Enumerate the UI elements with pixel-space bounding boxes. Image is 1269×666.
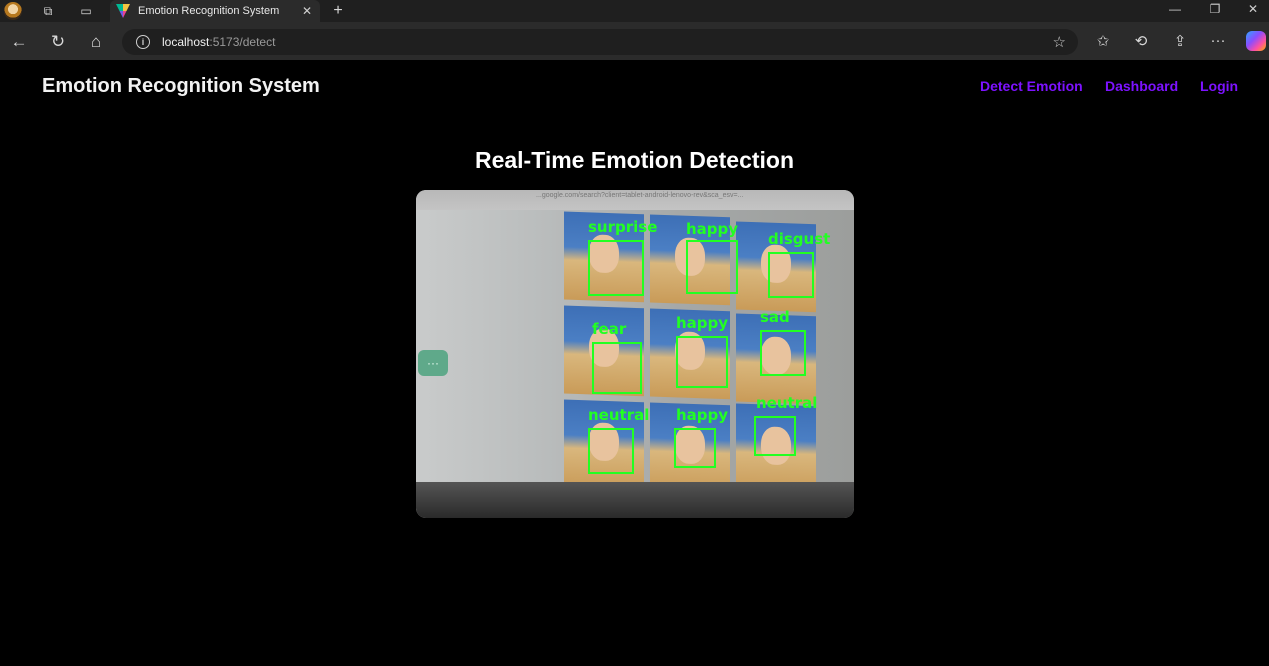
face-bounding-box (768, 252, 814, 298)
refresh-icon[interactable]: ↻ (47, 31, 69, 53)
window-close-icon[interactable]: ✕ (1238, 2, 1268, 16)
face-bounding-box (686, 240, 738, 294)
url-path: :5173/detect (209, 35, 276, 49)
emotion-label: neutral (756, 394, 818, 412)
emotion-label: disgust (768, 230, 831, 248)
tab-actions-icon[interactable]: ▭ (76, 2, 96, 20)
emotion-label: happy (686, 220, 739, 238)
browser-tab-bar: ⧉ ▭ Emotion Recognition System ✕ + — ❐ ✕ (0, 0, 1269, 22)
face-bounding-box (760, 330, 806, 376)
site-info-icon[interactable]: i (136, 35, 150, 49)
tab-title: Emotion Recognition System (138, 5, 280, 17)
emotion-label: surprise (588, 218, 658, 236)
emotion-label: happy (676, 314, 729, 332)
tab-close-icon[interactable]: ✕ (302, 4, 312, 18)
more-options-icon[interactable]: ··· (1208, 32, 1228, 49)
back-arrow-icon[interactable]: ← (8, 31, 30, 53)
face-bounding-box (588, 240, 644, 296)
favorites-icon[interactable]: ✩ (1093, 32, 1113, 50)
copilot-icon[interactable] (1246, 31, 1266, 51)
face-bounding-box (674, 428, 716, 468)
nav-dashboard[interactable]: Dashboard (1105, 78, 1178, 94)
face-bounding-box (754, 416, 796, 456)
nav-login[interactable]: Login (1200, 78, 1238, 94)
feed-bottom-shadow (416, 482, 854, 518)
emotion-label: happy (676, 406, 729, 424)
nav-detect-emotion[interactable]: Detect Emotion (980, 78, 1083, 94)
browser-toolbar: ← ↻ ⌂ i localhost:5173/detect ☆ ✩ ⟲ ⇪ ··… (0, 22, 1269, 60)
workspaces-icon[interactable]: ⧉ (38, 2, 58, 20)
emotion-label: fear (592, 320, 627, 338)
face-bounding-box (588, 428, 634, 474)
minimize-icon[interactable]: — (1160, 2, 1190, 16)
url-host: localhost (162, 35, 210, 49)
emotion-label: sad (760, 308, 790, 326)
page-heading: Real-Time Emotion Detection (474, 147, 795, 173)
feed-url-text: ...google.com/search?client=tablet-andro… (536, 192, 744, 199)
tab-favicon-icon (116, 4, 130, 18)
webcam-feed: ...google.com/search?client=tablet-andro… (416, 190, 854, 518)
history-icon[interactable]: ⟲ (1131, 32, 1151, 50)
home-icon[interactable]: ⌂ (85, 31, 107, 53)
page: Emotion Recognition System Detect Emotio… (0, 60, 1269, 666)
face-bounding-box (592, 342, 642, 394)
share-icon[interactable]: ⇪ (1170, 32, 1190, 50)
address-bar[interactable]: i localhost:5173/detect ☆ (122, 29, 1078, 55)
emotion-label: neutral (588, 406, 650, 424)
new-tab-icon[interactable]: + (328, 2, 348, 20)
brand-title: Emotion Recognition System (42, 75, 320, 97)
browser-tab[interactable]: Emotion Recognition System ✕ (110, 0, 320, 22)
profile-avatar-icon[interactable] (4, 2, 22, 20)
feed-options-button[interactable]: ··· (418, 350, 448, 376)
favorite-star-icon[interactable]: ☆ (1053, 33, 1066, 51)
feed-background: ...google.com/search?client=tablet-andro… (416, 190, 854, 210)
restore-icon[interactable]: ❐ (1200, 2, 1230, 16)
face-bounding-box (676, 336, 728, 388)
